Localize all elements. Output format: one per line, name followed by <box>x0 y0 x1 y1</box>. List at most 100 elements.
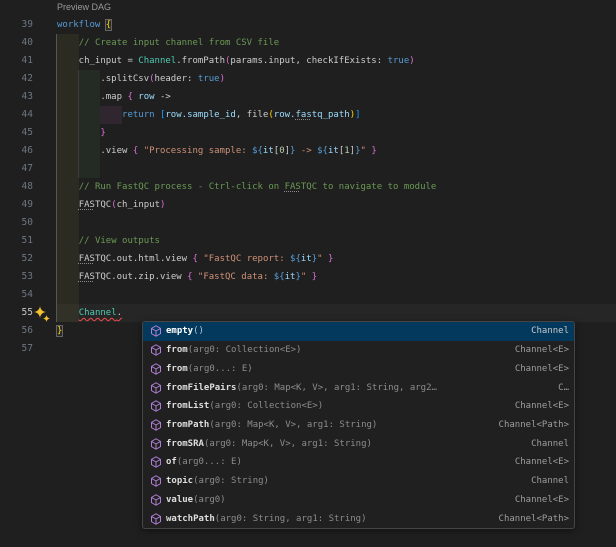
code-line-content[interactable]: return [row.sample_id, file(row.fastq_pa… <box>57 106 361 124</box>
code-line[interactable]: 40 // Create input channel from CSV file <box>0 34 616 52</box>
suggestion-signature: (arg0: Map<K, V>, arg1: String, arg2… <box>236 383 436 393</box>
code-line[interactable]: 53 FASTQC.out.zip.view { "FastQC data: $… <box>0 268 616 286</box>
suggestion-item-empty[interactable]: empty()Channel <box>143 322 574 341</box>
code-token: } <box>312 272 317 282</box>
suggestion-item-fromSRA[interactable]: fromSRA(arg0: Map<K, V>, arg1: String)Ch… <box>143 434 574 453</box>
suggestion-signature: (arg0: Collection<E>) <box>209 401 323 411</box>
code-token: ch_input <box>117 200 160 210</box>
code-line-content[interactable]: FASTQC.out.zip.view { "FastQC data: ${it… <box>57 268 317 286</box>
code-line[interactable]: 50 <box>0 214 616 232</box>
code-line[interactable]: 55 Channel. <box>0 304 616 322</box>
code-line[interactable]: 39 workflow { <box>0 16 616 34</box>
code-token: params.input, checkIfExists: <box>230 56 387 66</box>
codelens-preview-dag[interactable]: Preview DAG <box>57 2 111 12</box>
code-token: FAS <box>79 254 95 264</box>
code-line[interactable]: 42 .splitCsv(header: true) <box>0 70 616 88</box>
code-line-content[interactable]: // Run FastQC process - Ctrl-click on FA… <box>57 178 436 196</box>
line-number: 52 <box>0 250 33 268</box>
code-line-content[interactable]: } <box>57 322 62 340</box>
code-token: "FastQC report: <box>203 254 290 264</box>
suggestion-name: from <box>166 364 188 374</box>
suggestion-label: of(arg0...: E) <box>166 457 507 467</box>
code-token: it <box>263 146 274 156</box>
code-token: true <box>388 56 410 66</box>
code-line[interactable]: 47 <box>0 160 616 178</box>
code-line-content[interactable]: workflow { <box>57 16 111 34</box>
code-line-content[interactable]: } <box>57 124 106 142</box>
code-token: TQC <box>301 182 317 192</box>
line-number: 53 <box>0 268 33 286</box>
suggestion-return-type: Channel<E> <box>515 457 569 467</box>
code-token: .splitCsv <box>57 74 149 84</box>
code-token <box>57 236 79 246</box>
code-line[interactable]: 52 FASTQC.out.html.view { "FastQC report… <box>0 250 616 268</box>
suggestion-name: fromPath <box>166 420 209 430</box>
suggestion-name: empty <box>166 326 193 336</box>
code-line-content[interactable]: FASTQC.out.html.view { "FastQC report: $… <box>57 250 333 268</box>
symbol-method-icon <box>146 494 166 506</box>
symbol-method-icon <box>146 456 166 468</box>
line-number: 45 <box>0 124 33 142</box>
code-token <box>57 254 79 264</box>
suggestion-name: fromList <box>166 401 209 411</box>
suggestion-item-fromFilePairs[interactable]: fromFilePairs(arg0: Map<K, V>, arg1: Str… <box>143 378 574 397</box>
suggestion-item-watchPath[interactable]: watchPath(arg0: String, arg1: String)Cha… <box>143 509 574 528</box>
code-token: ${ <box>274 272 285 282</box>
code-line[interactable]: 43 .map { row -> <box>0 88 616 106</box>
code-line[interactable]: 54 <box>0 286 616 304</box>
code-token: it <box>328 146 339 156</box>
suggestion-item-value[interactable]: value(arg0)Channel<E> <box>143 490 574 509</box>
code-line-content[interactable]: .view { "Processing sample: ${it[0]} -> … <box>57 142 377 160</box>
code-token: fas <box>295 110 311 120</box>
code-line[interactable]: 51 // View outputs <box>0 232 616 250</box>
copilot-sparkle-icon[interactable] <box>34 306 52 322</box>
code-token: file <box>247 110 269 120</box>
code-line[interactable]: 46 .view { "Processing sample: ${it[0]} … <box>0 142 616 160</box>
code-line[interactable]: 44 return [row.sample_id, file(row.fastq… <box>0 106 616 124</box>
code-line-content[interactable]: Channel. <box>57 304 122 322</box>
code-token: ${ <box>317 146 328 156</box>
suggestion-return-type: Channel<E> <box>515 364 569 374</box>
suggestion-signature: (arg0...: E) <box>177 457 242 467</box>
suggestion-item-fromPath[interactable]: fromPath(arg0: Map<K, V>, arg1: String)C… <box>143 416 574 435</box>
suggestion-item-topic[interactable]: topic(arg0: String)Channel <box>143 472 574 491</box>
code-token: true <box>198 74 220 84</box>
code-line[interactable]: 41 ch_input = Channel.fromPath(params.in… <box>0 52 616 70</box>
code-line-content[interactable]: FASTQC(ch_input) <box>57 196 165 214</box>
code-token <box>57 38 79 48</box>
suggestion-item-from[interactable]: from(arg0...: E)Channel<E> <box>143 359 574 378</box>
suggestion-name: topic <box>166 476 193 486</box>
code-token: Channel <box>79 308 117 318</box>
code-token: -> <box>155 92 171 102</box>
code-token: "Processing sample: <box>144 146 252 156</box>
code-line-content[interactable]: ch_input = Channel.fromPath(params.input… <box>57 52 415 70</box>
code-line-content[interactable]: // Create input channel from CSV file <box>57 34 279 52</box>
code-line[interactable]: 45 } <box>0 124 616 142</box>
suggestion-label: fromPath(arg0: Map<K, V>, arg1: String) <box>166 420 491 430</box>
code-token <box>57 200 79 210</box>
symbol-method-icon <box>146 513 166 525</box>
code-line-content[interactable]: .splitCsv(header: true) <box>57 70 225 88</box>
suggestion-signature: (arg0) <box>193 495 226 505</box>
code-line-content[interactable]: // View outputs <box>57 232 160 250</box>
suggestion-item-from[interactable]: from(arg0: Collection<E>)Channel<E> <box>143 341 574 360</box>
code-token <box>57 308 79 318</box>
code-token: ] <box>355 110 360 120</box>
line-number: 44 <box>0 106 33 124</box>
code-line[interactable]: 49 FASTQC(ch_input) <box>0 196 616 214</box>
code-line-content[interactable]: .map { row -> <box>57 88 171 106</box>
line-number: 40 <box>0 34 33 52</box>
suggestion-item-fromList[interactable]: fromList(arg0: Collection<E>)Channel<E> <box>143 397 574 416</box>
code-token: TQC <box>95 272 111 282</box>
code-token: row.sample_id <box>165 110 235 120</box>
autocomplete-popup: empty()Channelfrom(arg0: Collection<E>)C… <box>142 321 575 529</box>
line-number: 39 <box>0 16 33 34</box>
code-token <box>57 110 122 120</box>
suggestion-name: of <box>166 457 177 467</box>
code-token: ) <box>409 56 414 66</box>
symbol-method-icon <box>146 419 166 431</box>
code-token: to navigate to module <box>317 182 436 192</box>
code-token: } <box>57 326 62 336</box>
code-line[interactable]: 48 // Run FastQC process - Ctrl-click on… <box>0 178 616 196</box>
suggestion-item-of[interactable]: of(arg0...: E) Channel<E> <box>143 453 574 472</box>
